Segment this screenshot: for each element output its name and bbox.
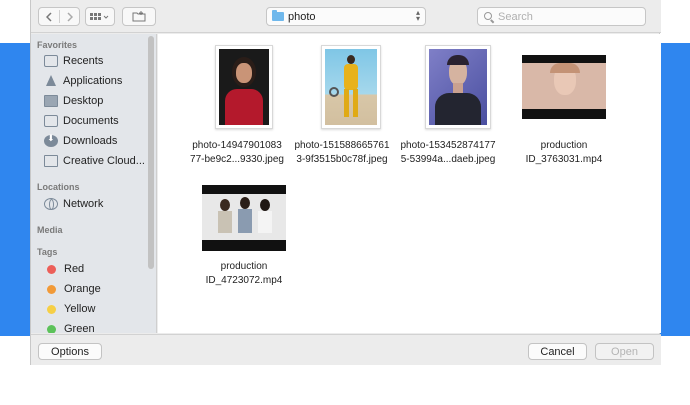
path-label: photo (288, 10, 316, 23)
background-left (0, 43, 30, 336)
file-name-line-2: 77-be9c2...9330.jpeg (190, 154, 284, 165)
tag-yellow-dot-icon (47, 304, 56, 314)
sidebar-scrollbar[interactable] (148, 36, 154, 269)
sidebar-item-label: Creative Cloud... (63, 155, 145, 167)
path-popup[interactable]: photo ▴ ▾ (266, 7, 426, 26)
back-forward-control (38, 7, 80, 26)
file-item[interactable]: production ID_4723072.mp4 (188, 179, 300, 304)
updown-chevron-icon: ▴ ▾ (415, 8, 420, 23)
file-name-line-1: photo-153452874177 (400, 140, 496, 151)
open-button[interactable]: Open (595, 343, 654, 360)
sidebar-item-desktop[interactable]: Desktop (44, 93, 154, 109)
photo-thumbnail (321, 45, 381, 129)
file-item[interactable]: photo-151588665761 3-9f3515b0c78f.jpeg (286, 42, 398, 167)
bottom-bar: Options Cancel Open (31, 334, 661, 365)
tag-red-dot-icon (47, 264, 56, 274)
desktop-icon (44, 95, 58, 107)
file-name-line-1: production (540, 140, 588, 151)
network-icon (44, 198, 58, 210)
sidebar-item-label: Yellow (64, 303, 96, 315)
forward-button[interactable] (60, 8, 80, 25)
file-name-line-1: photo-14947901083 (192, 140, 282, 151)
search-placeholder: Search (498, 10, 533, 23)
sidebar-item-tag-yellow[interactable]: Yellow (44, 301, 154, 317)
file-name-line-2: ID_3763031.mp4 (525, 154, 603, 165)
icon-grid-view-icon (90, 12, 109, 20)
sidebar-item-label: Orange (64, 283, 101, 295)
tag-orange-dot-icon (47, 284, 56, 294)
options-button[interactable]: Options (38, 343, 102, 360)
sidebar-item-label: Network (63, 198, 104, 210)
sidebar-item-label: Documents (63, 115, 119, 127)
sidebar-item-label: Green (64, 323, 95, 333)
portrait-image (429, 49, 487, 125)
sidebar-item-documents[interactable]: Documents (44, 113, 154, 129)
sidebar: Favorites Recents Applications Desktop D… (31, 34, 157, 333)
view-mode-button[interactable] (85, 7, 115, 26)
file-thumbnail (522, 54, 606, 120)
sidebar-item-label: Red (64, 263, 85, 275)
sidebar-item-recents[interactable]: Recents (44, 53, 154, 69)
file-item[interactable]: photo-153452874177 5-53994a...daeb.jpeg (392, 42, 504, 167)
file-thumbnail (202, 184, 286, 252)
folder-icon (44, 155, 58, 167)
sidebar-item-downloads[interactable]: Downloads (44, 133, 154, 149)
file-browser: photo-14947901083 77-be9c2...9330.jpeg p… (158, 34, 661, 333)
background-right (660, 43, 690, 336)
sidebar-header-locations: Locations (37, 182, 80, 192)
search-field[interactable]: Search (477, 7, 646, 26)
file-thumbnail (424, 44, 492, 130)
recents-icon (44, 55, 58, 67)
sidebar-header-tags: Tags (37, 247, 58, 257)
file-name-line-1: production (220, 261, 268, 272)
photo-thumbnail (215, 45, 273, 129)
file-name-line-2: 5-53994a...daeb.jpeg (400, 154, 496, 165)
sidebar-item-applications[interactable]: Applications (44, 73, 154, 89)
sidebar-item-network[interactable]: Network (44, 196, 154, 212)
sidebar-item-creative-cloud[interactable]: Creative Cloud... (44, 153, 154, 169)
sidebar-header-media: Media (37, 225, 63, 235)
tag-green-dot-icon (47, 324, 56, 333)
file-thumbnail (214, 44, 274, 130)
downloads-icon (44, 134, 58, 147)
folder-icon (272, 10, 284, 21)
file-item[interactable]: photo-14947901083 77-be9c2...9330.jpeg (181, 42, 293, 167)
open-file-dialog: photo ▴ ▾ Search Favorites Recents Applic… (30, 0, 661, 365)
search-icon (484, 11, 494, 22)
sidebar-item-tag-orange[interactable]: Orange (44, 281, 154, 297)
sidebar-item-tag-green[interactable]: Green (44, 321, 154, 333)
portrait-image (325, 49, 377, 125)
video-thumbnail (202, 185, 286, 251)
file-item[interactable]: production ID_3763031.mp4 (508, 42, 620, 167)
back-button[interactable] (39, 8, 59, 25)
sidebar-item-label: Applications (63, 75, 123, 87)
sidebar-header-favorites: Favorites (37, 40, 78, 50)
new-folder-icon (132, 11, 146, 22)
sidebar-item-label: Desktop (63, 95, 104, 107)
file-name-line-2: ID_4723072.mp4 (205, 275, 283, 286)
toolbar: photo ▴ ▾ Search (31, 0, 661, 33)
sidebar-item-label: Recents (63, 55, 104, 67)
sidebar-item-tag-red[interactable]: Red (44, 261, 154, 277)
portrait-image (219, 49, 269, 125)
new-folder-button[interactable] (122, 7, 156, 26)
file-name-line-2: 3-9f3515b0c78f.jpeg (296, 154, 388, 165)
chevron-left-icon (46, 11, 52, 22)
photo-thumbnail (425, 45, 491, 129)
sidebar-item-label: Downloads (63, 135, 118, 147)
cancel-button[interactable]: Cancel (528, 343, 587, 360)
documents-icon (44, 115, 58, 127)
video-thumbnail (522, 55, 606, 119)
applications-icon (44, 75, 58, 87)
file-thumbnail (319, 44, 383, 130)
chevron-right-icon (67, 11, 73, 22)
file-name-line-1: photo-151588665761 (294, 140, 390, 151)
